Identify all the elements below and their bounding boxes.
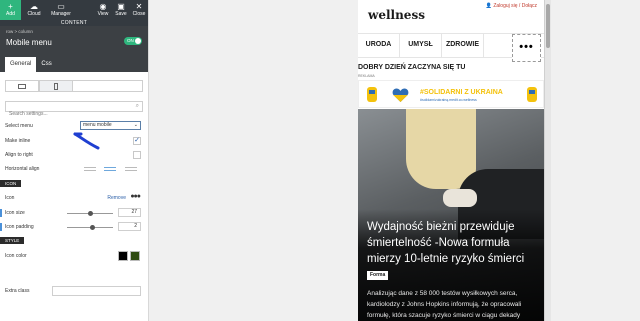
- view-button[interactable]: ◉ View: [94, 0, 112, 20]
- desktop-icon: [18, 83, 26, 89]
- element-title: Mobile menu: [6, 38, 52, 47]
- align-left-icon[interactable]: [84, 167, 97, 171]
- login-link[interactable]: 👤 Zaloguj się / Dołącz: [486, 3, 537, 9]
- manager-icon: ▭: [57, 2, 65, 11]
- settings-panel: + Add ☁ Cloud ▭ Manager ◉ View ▣ Save ✕: [0, 0, 149, 321]
- nav-item-uroda[interactable]: URODA: [358, 34, 400, 57]
- nav-item-zdrowie[interactable]: ZDROWIE: [442, 34, 484, 57]
- hand-icon-left: [367, 87, 377, 102]
- close-button[interactable]: ✕ Close: [130, 0, 148, 20]
- hero-image-shoe: [443, 189, 477, 207]
- select-menu-value: menu mobile: [83, 122, 112, 128]
- align-right-label: Align to right: [5, 152, 33, 158]
- tab-general[interactable]: General: [5, 57, 37, 72]
- settings-tabs: General Css: [0, 52, 148, 72]
- heart-icon: [392, 88, 409, 102]
- element-header: row > column Mobile menu ON: [0, 26, 148, 52]
- horizontal-align-options: [80, 165, 141, 173]
- plus-icon: +: [8, 2, 13, 11]
- element-toggle[interactable]: ON: [124, 37, 142, 45]
- solidarity-banner[interactable]: #SOLIDARNI Z UKRAINA #solidarnizukrainą.…: [358, 80, 544, 108]
- remove-icon-link[interactable]: Remove: [107, 195, 126, 201]
- article-lead: Analizując dane z 58 000 testów wysiłkow…: [367, 290, 522, 319]
- icon-size-slider[interactable]: [67, 211, 113, 216]
- style-section-header: STYLE: [0, 237, 25, 244]
- manager-button[interactable]: ▭ Manager: [47, 0, 75, 20]
- icon-size-slider-handle[interactable]: [87, 211, 93, 216]
- login-link-text: Zaloguj się / Dołącz: [493, 3, 537, 9]
- greeting-heading: DOBRY DZIEŃ ZACZYNA SIĘ TU: [358, 64, 466, 71]
- nav-item-umysl[interactable]: UMYSŁ: [400, 34, 442, 57]
- close-icon: ✕: [135, 2, 143, 11]
- preview-scrollbar-thumb[interactable]: [546, 4, 550, 48]
- device-row-filler: [73, 80, 143, 92]
- preview-scrollbar[interactable]: [544, 0, 551, 321]
- cloud-icon: ☁: [30, 2, 38, 11]
- icon-padding-slider-handle[interactable]: [89, 225, 95, 230]
- more-dots-icon[interactable]: ●●●: [130, 193, 141, 200]
- select-menu-dropdown[interactable]: menu mobile ⌄: [80, 121, 141, 130]
- settings-search-input[interactable]: [6, 109, 142, 119]
- make-inline-label: Make inline: [5, 138, 31, 144]
- icon-color-swatch-secondary[interactable]: [130, 251, 140, 261]
- desktop-device-button[interactable]: [5, 80, 39, 92]
- icon-padding-accent: [0, 223, 2, 231]
- hero-article[interactable]: Wydajność bieżni przewiduje śmiertelność…: [358, 109, 544, 321]
- icon-padding-slider[interactable]: [67, 225, 113, 230]
- user-icon: 👤: [485, 3, 492, 9]
- article-category-badge[interactable]: Forma: [367, 271, 389, 280]
- make-inline-checkbox[interactable]: ✓: [133, 137, 141, 145]
- top-toolbar: + Add ☁ Cloud ▭ Manager ◉ View ▣ Save ✕: [0, 0, 148, 20]
- icon-section-header: ICON: [0, 180, 22, 187]
- device-switcher: [5, 80, 143, 92]
- icon-size-accent: [0, 209, 2, 217]
- align-right-row: Align to right: [5, 150, 141, 160]
- main-nav: URODA UMYSŁ ZDROWIE •••: [358, 33, 544, 62]
- editor-window: + Add ☁ Cloud ▭ Manager ◉ View ▣ Save ✕: [0, 0, 640, 321]
- align-right-icon[interactable]: [124, 167, 137, 171]
- save-button[interactable]: ▣ Save: [112, 0, 130, 20]
- mobile-icon: [54, 82, 58, 90]
- breadcrumb[interactable]: row > column: [6, 29, 142, 34]
- add-button[interactable]: + Add: [0, 0, 21, 20]
- mobile-menu-more-icon[interactable]: •••: [512, 34, 541, 62]
- hand-icon-right: [527, 87, 537, 102]
- eye-icon: ◉: [99, 2, 107, 11]
- article-title[interactable]: Wydajność bieżni przewiduje śmiertelność…: [367, 219, 542, 267]
- align-center-icon[interactable]: [104, 167, 117, 171]
- settings-search: ⌕: [5, 101, 143, 119]
- site-preview: wellness 👤 Zaloguj się / Dołącz URODA UM…: [358, 0, 544, 321]
- site-logo[interactable]: wellness: [368, 8, 425, 22]
- ad-label: REKLAMA: [358, 74, 375, 78]
- cloud-button[interactable]: ☁ Cloud: [21, 0, 47, 20]
- hero-image-runner-legs: [406, 109, 476, 189]
- mobile-device-button[interactable]: [39, 80, 73, 92]
- tab-css[interactable]: Css: [36, 57, 56, 72]
- icon-size-input[interactable]: 27: [118, 208, 141, 217]
- icon-padding-input[interactable]: 2: [118, 222, 141, 231]
- make-inline-row: Make inline: [5, 136, 141, 146]
- save-icon: ▣: [117, 2, 125, 11]
- icon-color-swatch-primary[interactable]: [118, 251, 128, 261]
- align-right-checkbox[interactable]: [133, 151, 141, 159]
- chevron-down-icon: ⌄: [133, 122, 138, 128]
- search-icon: ⌕: [135, 103, 139, 109]
- extra-class-input[interactable]: [52, 286, 141, 296]
- banner-title: #SOLIDARNI Z UKRAINA: [420, 89, 503, 96]
- banner-subtitle: #solidarnizukrainą.medit.co.wellness: [420, 98, 477, 102]
